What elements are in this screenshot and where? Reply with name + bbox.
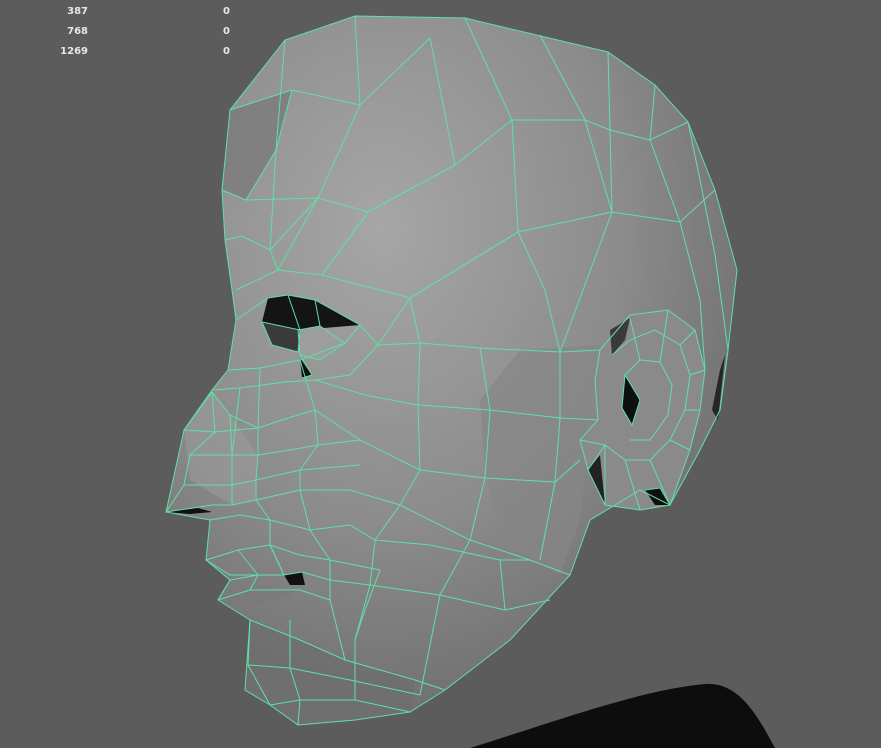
poly-count-hud: 387 0 768 0 1269 0 [40,2,230,62]
hud-value-selected: 0 [223,6,230,17]
viewport-canvas[interactable] [0,0,881,748]
hud-row: 768 0 [40,22,230,42]
viewport-3d[interactable]: 387 0 768 0 1269 0 [0,0,881,748]
hud-value-count: 387 [67,6,88,17]
hud-row: 387 0 [40,2,230,22]
hud-value-count: 1269 [60,46,88,57]
hud-value-count: 768 [67,26,88,37]
shoulder-silhouette [470,683,775,748]
hud-row: 1269 0 [40,42,230,62]
hud-value-selected: 0 [223,26,230,37]
hud-value-selected: 0 [223,46,230,57]
